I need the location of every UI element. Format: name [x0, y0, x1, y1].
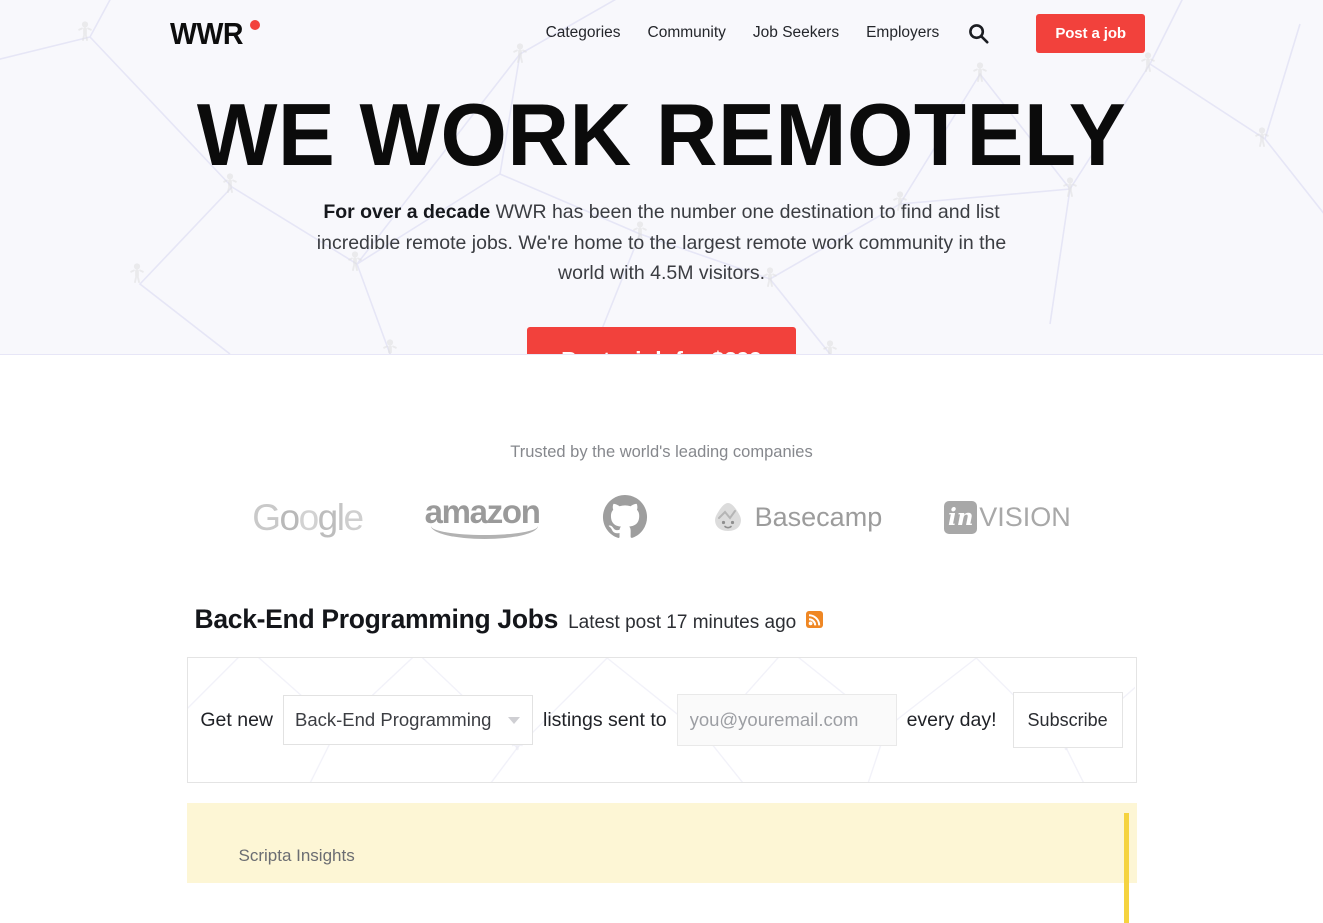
google-wordmark: Google [252, 496, 364, 538]
github-octocat-icon [602, 494, 647, 538]
trusted-by-title: Trusted by the world's leading companies [510, 443, 813, 461]
nav-link-job-seekers[interactable]: Job Seekers [753, 24, 839, 42]
nav-link-employers[interactable]: Employers [866, 24, 939, 42]
category-select-value: Back-End Programming [295, 709, 492, 730]
site-header: WWR Categories Community Job Seekers Emp… [0, 0, 1323, 66]
subscribe-button[interactable]: Subscribe [1012, 692, 1123, 748]
basecamp-mark-icon [714, 503, 741, 531]
subscribe-middle-label: listings sent to [543, 708, 667, 731]
subscribe-form: Get new Back-End Programming listings se… [200, 692, 1123, 748]
subscribe-suffix-label: every day! [906, 708, 997, 731]
post-a-job-button[interactable]: Post a job [1036, 13, 1145, 53]
logo-dot-icon [250, 19, 261, 30]
job-company-name: Scripta Insights [238, 846, 355, 865]
invision-mark-icon: in [944, 500, 978, 534]
invision-lockup: in VISION [944, 500, 1071, 534]
post-a-job-cta-button[interactable]: Post a job for $299 [527, 327, 796, 354]
amazon-logo: amazon [424, 492, 541, 542]
amazon-smile-icon [430, 526, 538, 539]
jobs-latest-post: Latest post 17 minutes ago [568, 612, 797, 633]
search-icon-glyph [969, 23, 989, 44]
job-listing-row-featured[interactable]: Scripta Insights [186, 803, 1137, 923]
trusted-by-section: Trusted by the world's leading companies… [0, 355, 1323, 542]
category-select[interactable]: Back-End Programming [283, 695, 534, 745]
amazon-wordmark: amazon [424, 493, 541, 541]
google-logo: Google [252, 492, 364, 542]
nav-link-categories[interactable]: Categories [546, 24, 621, 42]
logo-wwr[interactable]: WWR [170, 15, 261, 51]
main-navigation: Categories Community Job Seekers Employe… [546, 13, 1145, 53]
basecamp-logo: Basecamp [710, 492, 883, 542]
hero-subtitle: For over a decade WWR has been the numbe… [312, 197, 1012, 289]
subscribe-box: Get new Back-End Programming listings se… [186, 657, 1137, 783]
rss-icon-glyph [808, 614, 821, 626]
company-logos: Google amazon Basecamp in VISION [0, 492, 1323, 542]
amazon-text: amazon [424, 493, 541, 530]
hero-section: WWR Categories Community Job Seekers Emp… [0, 0, 1323, 355]
chevron-down-icon [508, 717, 521, 724]
jobs-section-title: Back-End Programming Jobs [194, 604, 559, 634]
nav-link-community[interactable]: Community [648, 24, 726, 42]
hero-content: WE WORK REMOTELY For over a decade WWR h… [0, 66, 1323, 354]
invision-text: VISION [979, 501, 1071, 532]
invision-logo: in VISION [944, 492, 1071, 542]
email-input[interactable] [676, 694, 897, 746]
search-icon[interactable] [968, 23, 989, 44]
rss-icon[interactable] [806, 611, 824, 628]
basecamp-lockup: Basecamp [710, 501, 883, 533]
github-logo [602, 492, 648, 542]
jobs-section: Back-End Programming Jobs Latest post 17… [186, 542, 1137, 923]
page-title: WE WORK REMOTELY [196, 85, 1127, 184]
logo-text: WWR [170, 15, 244, 51]
hero-subtitle-bold: For over a decade [323, 200, 491, 223]
jobs-header: Back-End Programming Jobs Latest post 17… [187, 604, 1137, 635]
subscribe-prefix-label: Get new [200, 708, 274, 731]
basecamp-text: Basecamp [754, 501, 883, 532]
